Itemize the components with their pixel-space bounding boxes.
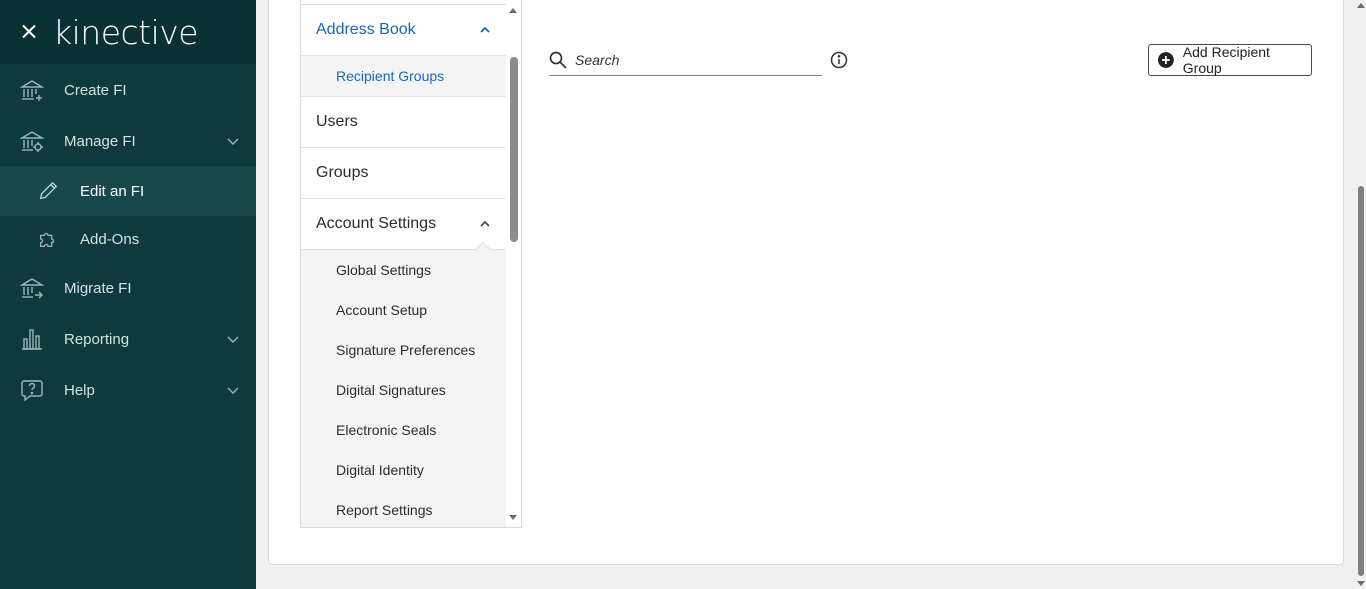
bank-gear-icon [20,129,44,153]
section-label: Address Book [316,21,416,38]
sidebar-item-migrate-fi[interactable]: Migrate FI [0,263,256,313]
puzzle-icon [36,227,60,251]
bank-arrow-icon [20,276,44,300]
settings-item-digital-signatures[interactable]: Digital Signatures [301,370,507,410]
add-recipient-group-button[interactable]: Add Recipient Group [1148,44,1312,76]
chevron-down-icon [227,336,239,343]
sidebar-item-label: Help [64,381,95,399]
sidebar-item-edit-an-fi[interactable]: Edit an FI [0,166,256,216]
settings-section-account-settings[interactable]: Account Settings [301,199,507,259]
scrollbar-thumb[interactable] [1358,186,1364,576]
button-label: Add Recipient Group [1182,44,1270,76]
scroll-up-arrow-icon[interactable] [509,8,517,13]
chevron-down-icon [227,138,239,145]
logo: kinective [53,12,199,52]
settings-item-recipient-groups[interactable]: Recipient Groups [301,56,507,97]
chevron-up-icon [480,26,490,33]
search-icon [549,51,567,69]
bar-chart-icon [20,327,44,351]
section-label: Account Settings [316,215,437,232]
settings-item-digital-identity[interactable]: Digital Identity [301,450,507,490]
sidebar-item-label: Create FI [64,81,127,99]
settings-section-groups[interactable]: Groups [301,148,507,199]
page-scrollbar[interactable] [1356,0,1366,589]
sidebar-item-create-fi[interactable]: Create FI [0,65,256,115]
sidebar-item-label: Edit an FI [80,182,145,200]
scroll-down-arrow-icon[interactable] [509,515,517,520]
settings-item-electronic-seals[interactable]: Electronic Seals [301,410,507,450]
chevron-down-icon [227,387,239,394]
settings-item-global-settings[interactable]: Global Settings [301,250,507,290]
sidebar-item-reporting[interactable]: Reporting [0,314,256,364]
sidebar-item-add-ons[interactable]: Add-Ons [0,214,256,264]
settings-section-users[interactable]: Users [301,97,507,148]
sidebar-header: kinective [0,0,256,64]
chevron-up-icon [480,220,490,227]
sidebar-item-label: Add-Ons [80,230,140,248]
help-bubble-icon [20,378,44,402]
sidebar-item-label: Reporting [64,330,130,348]
section-label: Users [316,113,358,130]
search-field [549,44,822,76]
settings-item-report-settings[interactable]: Report Settings [301,490,507,527]
search-input[interactable] [575,48,815,72]
plus-circle-icon [1158,52,1174,68]
settings-section-address-book[interactable]: Address Book [301,5,507,56]
sidebar-item-label: Manage FI [64,132,136,150]
scroll-up-arrow-icon[interactable] [1357,3,1365,8]
settings-nav-list: Address Book Recipient Groups Users Grou… [301,0,507,527]
settings-item-signature-preferences[interactable]: Signature Preferences [301,330,507,370]
settings-nav-scrollbar[interactable] [506,0,521,527]
settings-nav: Address Book Recipient Groups Users Grou… [300,0,522,528]
sidebar-item-help[interactable]: Help [0,365,256,415]
pencil-icon [36,179,60,203]
sidebar: kinective Create FI Manage FI Edit an FI… [0,0,256,589]
scrollbar-thumb[interactable] [510,57,518,242]
bank-plus-icon [20,78,44,102]
close-icon[interactable] [19,22,39,42]
sidebar-item-manage-fi[interactable]: Manage FI [0,116,256,166]
sidebar-item-label: Migrate FI [64,279,132,297]
scroll-down-arrow-icon[interactable] [1357,581,1365,586]
settings-item-account-setup[interactable]: Account Setup [301,290,507,330]
section-label: Groups [316,164,369,181]
info-icon[interactable] [830,51,848,69]
